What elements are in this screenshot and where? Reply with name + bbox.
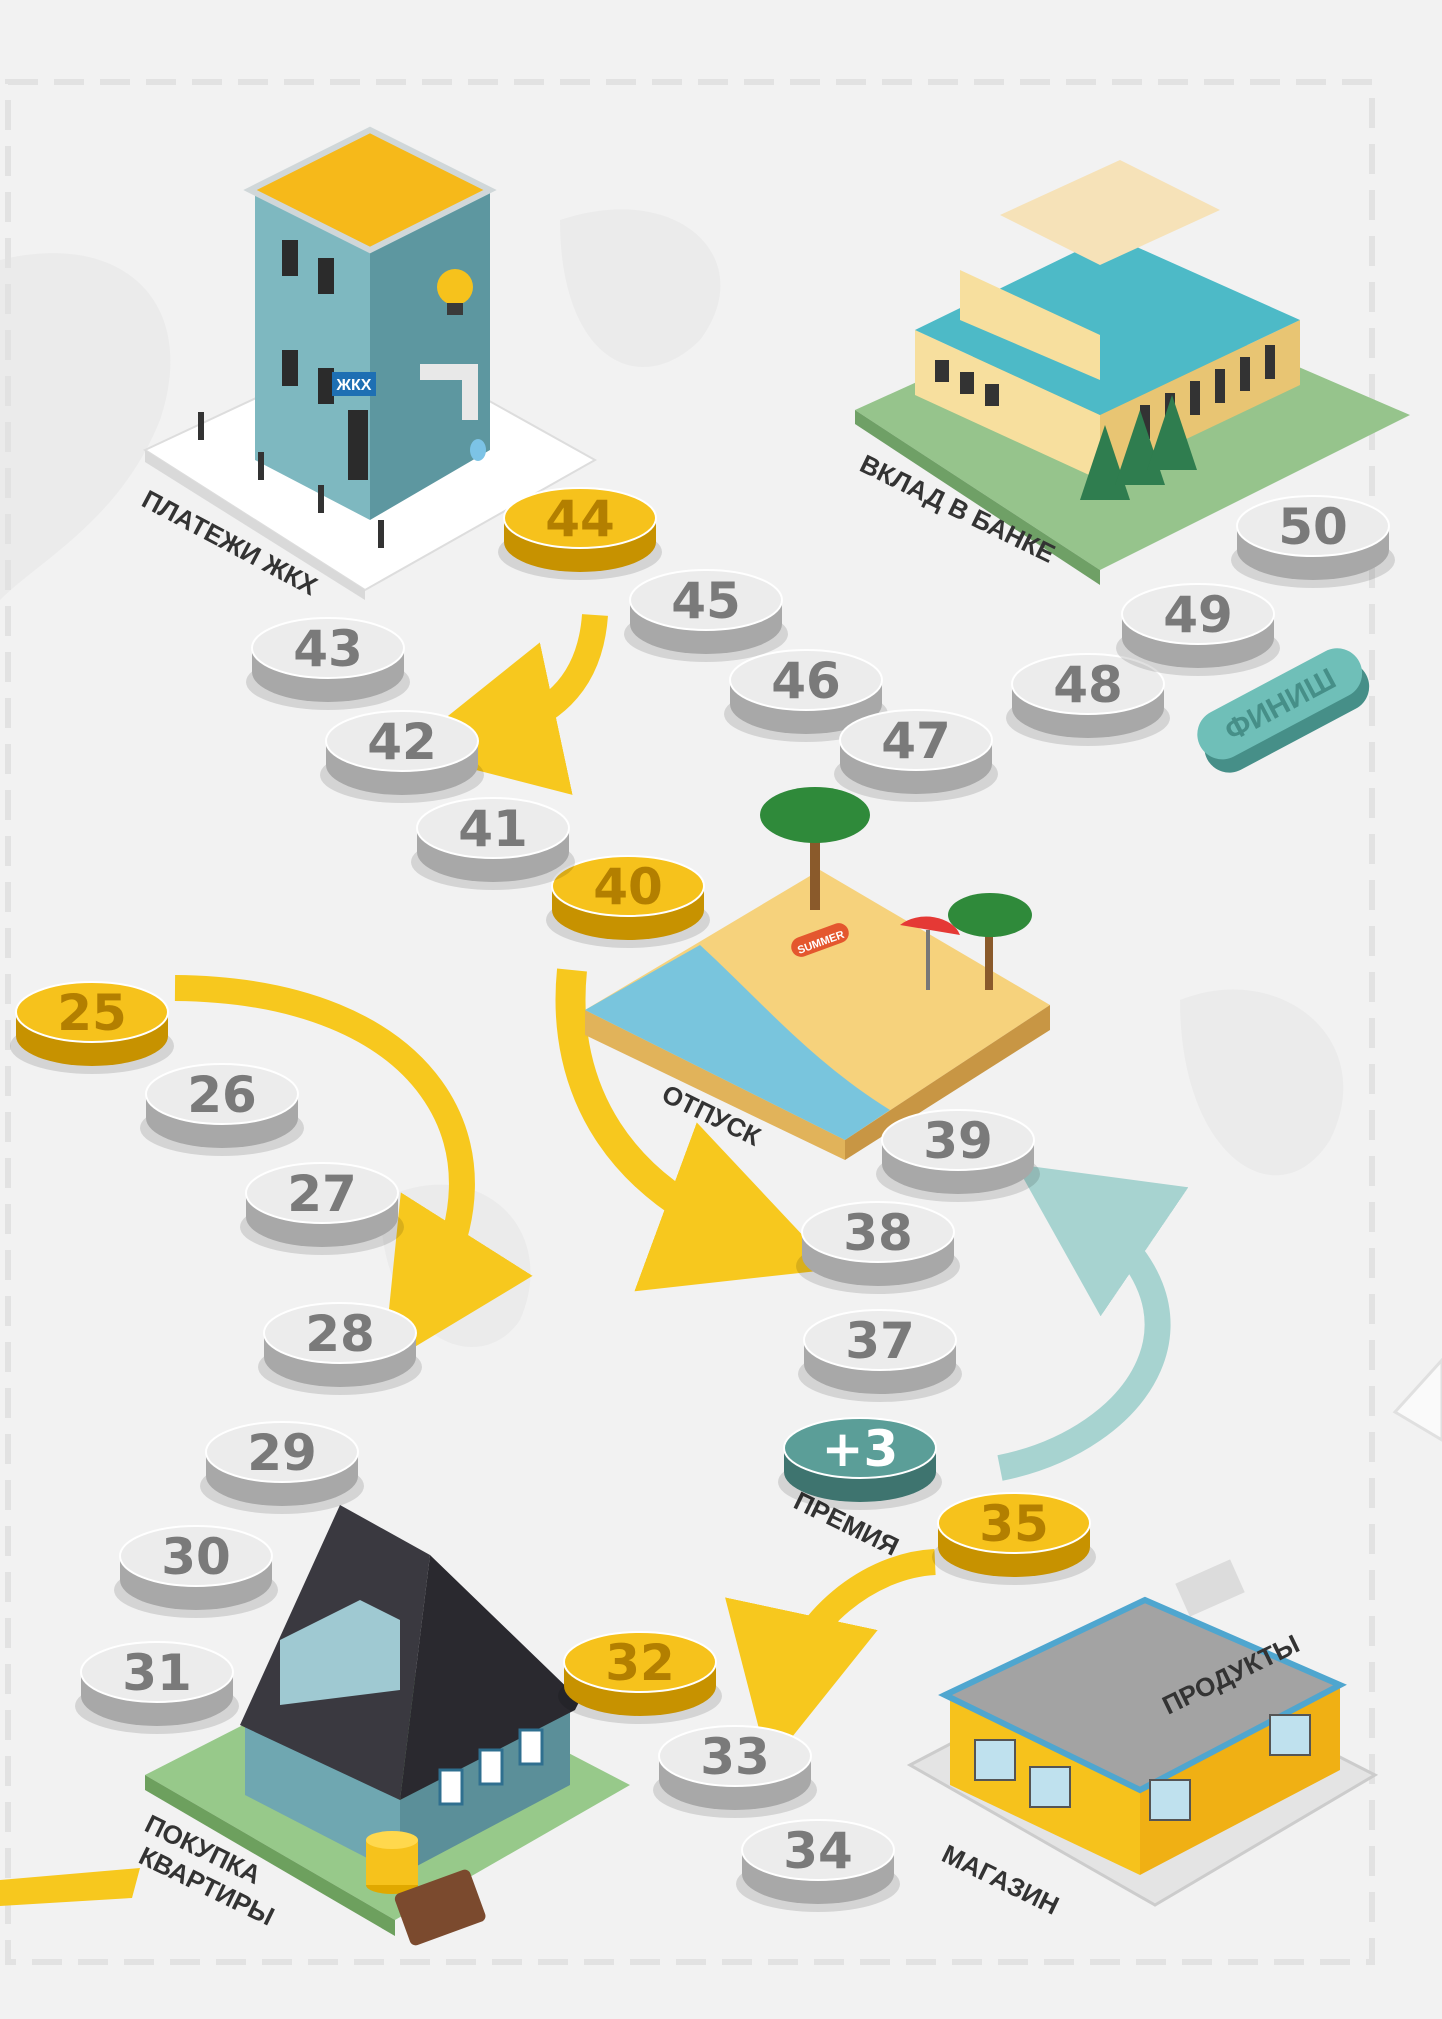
board-cell-42: 42 [320, 710, 484, 803]
board-cell-31: 31 [75, 1641, 239, 1734]
board-cell-label: 31 [122, 1644, 192, 1702]
board-cell-plus3: +3 [778, 1417, 942, 1510]
board-cell-label: 30 [161, 1528, 231, 1586]
board-cell-30: 30 [114, 1525, 278, 1618]
board-cell-label: 46 [771, 652, 841, 710]
board-cell-label: 26 [187, 1066, 257, 1124]
board-cell-39: 39 [876, 1109, 1040, 1202]
board-cell-25: 25 [10, 981, 174, 1074]
board-cell-45: 45 [624, 569, 788, 662]
board-cell-label: 34 [783, 1822, 853, 1880]
board-cell-label: 38 [843, 1204, 913, 1262]
board-cell-label: 32 [605, 1634, 675, 1692]
board-cell-label: 25 [57, 984, 127, 1042]
board-cell-label: 42 [367, 713, 437, 771]
lightbulb-icon [437, 269, 473, 305]
board-cell-35: 35 [932, 1492, 1096, 1585]
board-cell-41: 41 [411, 797, 575, 890]
board-cell-26: 26 [140, 1063, 304, 1156]
board-cell-27: 27 [240, 1162, 404, 1255]
board-cell-label: 29 [247, 1424, 317, 1482]
board-cell-49: 49 [1116, 583, 1280, 676]
board-cell-label: 41 [458, 800, 528, 858]
board-cell-label: 27 [287, 1165, 357, 1223]
board-cell-47: 47 [834, 709, 998, 802]
board-cell-label: 33 [700, 1728, 770, 1786]
board-cell-label: 37 [845, 1312, 915, 1370]
board-cell-label: 49 [1163, 586, 1233, 644]
board-cell-label: 43 [293, 620, 363, 678]
gold-coin-stack-icon [366, 1831, 418, 1894]
board-cell-43: 43 [246, 617, 410, 710]
board-cell-label: 45 [671, 572, 741, 630]
board-cell-label: 47 [881, 712, 951, 770]
board-cell-label: 40 [593, 858, 663, 916]
utilities-sign: ЖКХ [336, 377, 372, 394]
board-cell-label: 28 [305, 1305, 375, 1363]
board-cell-label: 39 [923, 1112, 993, 1170]
board-cell-44: 44 [498, 487, 662, 580]
board-cell-label: 50 [1278, 498, 1348, 556]
board-cell-label: 44 [545, 490, 615, 548]
board-cell-33: 33 [653, 1725, 817, 1818]
board-cell-label: +3 [822, 1420, 899, 1478]
board-cell-28: 28 [258, 1302, 422, 1395]
board-cell-38: 38 [796, 1201, 960, 1294]
board-cell-50: 50 [1231, 495, 1395, 588]
board-cell-29: 29 [200, 1421, 364, 1514]
board-cell-32: 32 [558, 1631, 722, 1724]
board-cell-label: 35 [979, 1495, 1049, 1553]
game-board: ЖКХ ПЛАТЕЖИ ЖКХ ВКЛАД В БАНКЕ SUMMER ОТП… [0, 0, 1442, 2019]
board-cell-label: 48 [1053, 656, 1123, 714]
board-cell-37: 37 [798, 1309, 962, 1402]
board-cell-34: 34 [736, 1819, 900, 1912]
